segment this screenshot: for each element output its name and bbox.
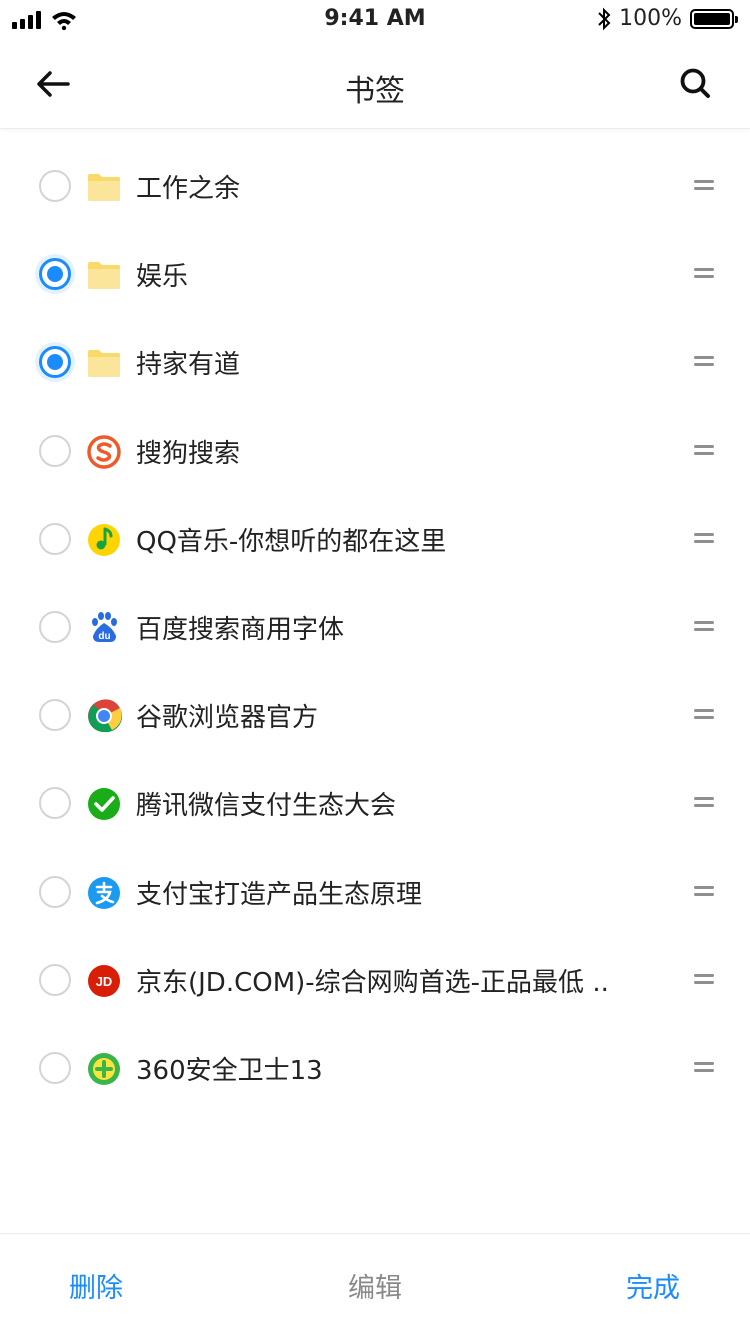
nav-bar: 书签 (0, 40, 750, 129)
folder-icon (86, 169, 122, 205)
qq-music-icon (86, 522, 122, 558)
wechat-icon (86, 786, 122, 822)
drag-handle-icon[interactable] (694, 797, 714, 811)
drag-handle-icon[interactable] (694, 1061, 714, 1076)
bookmark-row[interactable]: 360安全卫士13 (0, 1024, 750, 1112)
battery-level (694, 12, 730, 25)
bookmark-row[interactable]: 谷歌浏览器官方 (0, 671, 750, 759)
bookmark-label: 腾讯微信支付生态大会 (136, 791, 397, 822)
search-icon[interactable] (676, 64, 716, 104)
bookmark-row[interactable]: 支付宝打造产品生态原理 (0, 848, 750, 936)
page-title: 书签 (345, 74, 405, 109)
bookmark-row[interactable]: 腾讯微信支付生态大会 (0, 759, 750, 847)
bookmark-label: 持家有道 (136, 350, 241, 381)
jd-icon: JD (86, 963, 122, 999)
bookmark-label: 工作之余 (136, 174, 241, 204)
radio-unchecked[interactable] (39, 787, 71, 820)
drag-handle-icon[interactable] (694, 709, 714, 723)
bookmark-list: 工作之余 娱乐 持家有道 搜狗搜索 QQ音乐-你想听的都在这里 du 百度搜索商… (0, 142, 750, 1112)
alipay-icon (86, 875, 122, 911)
bookmark-label: 搜狗搜索 (136, 438, 241, 469)
sogou-icon (86, 434, 122, 470)
radio-unchecked[interactable] (39, 699, 71, 732)
drag-handle-icon[interactable] (694, 973, 714, 988)
baidu-icon-text: du (98, 631, 110, 642)
status-bar: 9:41 AM 100% (0, 0, 750, 40)
jd-icon-text: JD (96, 974, 113, 989)
bookmark-row[interactable]: QQ音乐-你想听的都在这里 (0, 495, 750, 583)
bookmark-label: 娱乐 (136, 262, 189, 293)
radio-unchecked[interactable] (39, 963, 71, 996)
radio-unchecked[interactable] (39, 875, 71, 908)
bookmark-label: 360安全卫士13 (136, 1055, 323, 1086)
bookmark-label: 支付宝打造产品生态原理 (136, 879, 423, 910)
bookmark-row[interactable]: 持家有道 (0, 318, 750, 406)
bookmark-row[interactable]: 工作之余 (0, 142, 750, 230)
done-button[interactable]: 完成 (626, 1266, 680, 1305)
360-icon (86, 1051, 122, 1087)
bookmark-label: 谷歌浏览器官方 (136, 703, 319, 734)
baidu-icon: du (86, 610, 122, 646)
bookmark-row[interactable]: 搜狗搜索 (0, 407, 750, 495)
folder-icon (86, 257, 122, 293)
drag-handle-icon[interactable] (694, 620, 714, 635)
bookmark-row[interactable]: JD 京东(JD.COM)-综合网购首选-正品最低 .. (0, 936, 750, 1024)
status-right: 100% (597, 6, 738, 31)
battery-percent: 100% (619, 6, 682, 31)
bookmark-row[interactable]: 娱乐 (0, 230, 750, 318)
battery-icon (690, 8, 738, 29)
radio-checked[interactable] (39, 346, 71, 379)
drag-handle-icon[interactable] (694, 356, 714, 370)
chrome-icon (86, 698, 123, 734)
drag-handle-icon[interactable] (694, 444, 714, 459)
drag-handle-icon[interactable] (694, 885, 714, 900)
bookmark-label: QQ音乐-你想听的都在这里 (136, 526, 447, 557)
bookmark-label: 百度搜索商用字体 (136, 614, 345, 645)
folder-icon (86, 345, 122, 381)
radio-unchecked[interactable] (39, 522, 71, 555)
bookmark-row[interactable]: du 百度搜索商用字体 (0, 583, 750, 671)
radio-unchecked[interactable] (39, 1051, 71, 1084)
radio-checked[interactable] (39, 258, 71, 291)
bottom-action-bar: 删除 编辑 完成 (0, 1233, 750, 1334)
drag-handle-icon[interactable] (694, 180, 714, 194)
radio-unchecked[interactable] (39, 434, 71, 467)
drag-handle-icon[interactable] (694, 268, 714, 282)
drag-handle-icon[interactable] (694, 532, 714, 547)
radio-unchecked[interactable] (39, 170, 71, 202)
bookmark-label: 京东(JD.COM)-综合网购首选-正品最低 .. (136, 967, 609, 998)
bluetooth-icon (598, 7, 611, 30)
radio-unchecked[interactable] (39, 610, 71, 643)
